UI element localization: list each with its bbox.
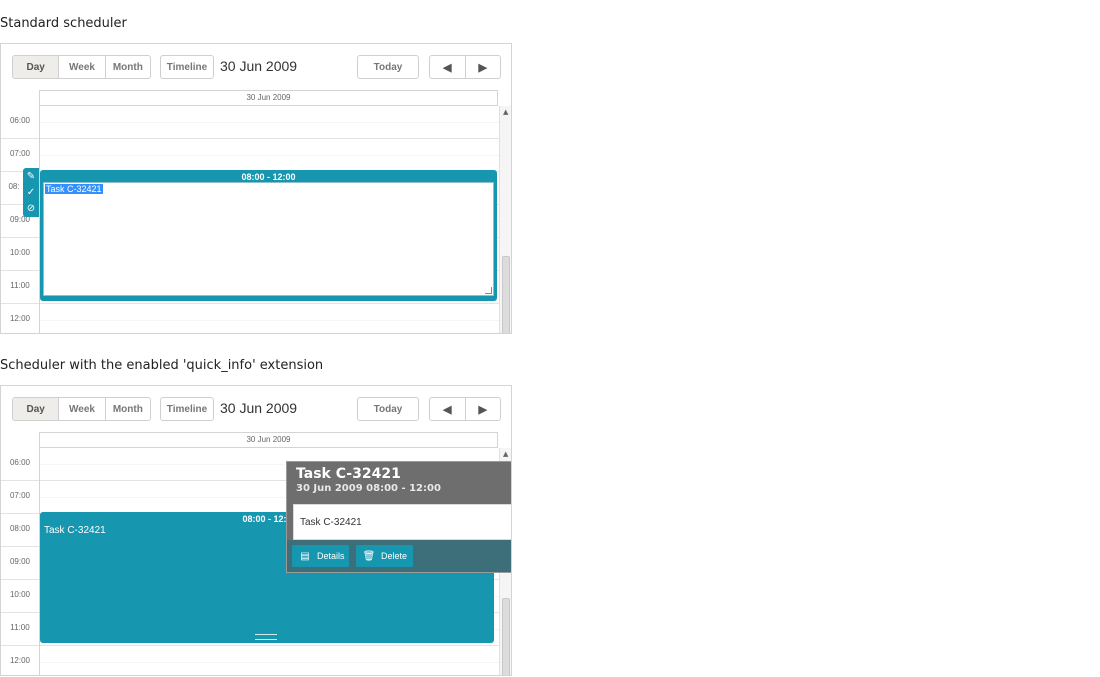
quick-info-title: Task C-32421 (296, 466, 401, 482)
hour-label: 09:00 (9, 557, 31, 566)
details-label: Details (317, 551, 345, 561)
event-text: Task C-32421 (44, 525, 106, 536)
event-editor-box[interactable]: 08:00 - 12:00 Task C-32421 (40, 170, 497, 301)
quick-info-content: Task C-32421 (293, 504, 511, 540)
tab-day[interactable]: Day (13, 56, 60, 78)
today-button[interactable]: Today (358, 56, 418, 78)
hour-row[interactable]: 07:00 (1, 139, 499, 172)
prev-icon[interactable]: ◀ (430, 398, 466, 420)
resize-grip-icon[interactable] (485, 287, 492, 294)
timeline-tab: Timeline (160, 55, 214, 79)
quick-info-popup: Task C-32421 30 Jun 2009 08:00 - 12:00 T… (286, 461, 511, 573)
today-button[interactable]: Today (358, 398, 418, 420)
day-column-header: 30 Jun 2009 (39, 432, 498, 448)
edit-icon[interactable]: ✎ (23, 168, 39, 184)
resize-handle-icon[interactable] (255, 634, 277, 640)
scheduler-toolbar: Day Week Month Timeline 30 Jun 2009 Toda… (1, 44, 511, 92)
trash-icon: 🗑 (362, 550, 376, 562)
scroll-up-icon[interactable]: ▲ (503, 450, 508, 458)
hour-row[interactable]: 12:00 (1, 304, 499, 333)
event-side-menu: ✎ ✓ ⊘ (23, 168, 39, 217)
current-date: 30 Jun 2009 (220, 400, 298, 416)
nav-buttons: ◀ ▶ (429, 397, 501, 421)
hour-row[interactable]: 12:00 (1, 646, 499, 675)
quick-info-scheduler-title: Scheduler with the enabled 'quick_info' … (0, 358, 324, 373)
hour-label: 07:00 (9, 149, 31, 158)
details-button[interactable]: ▤ Details (292, 545, 349, 567)
quick-info-buttons: ▤ Details 🗑 Delete (287, 540, 511, 572)
hour-label: 10:00 (9, 248, 31, 257)
quick-info-scheduler: Day Week Month Timeline 30 Jun 2009 Toda… (0, 385, 512, 676)
standard-scheduler-title: Standard scheduler (0, 16, 127, 31)
hour-row[interactable]: 06:00 (1, 106, 499, 139)
hour-label: 08:00 (9, 524, 31, 533)
tab-timeline[interactable]: Timeline (161, 398, 213, 420)
event-text-editor[interactable]: Task C-32421 (43, 182, 494, 296)
view-tabs: Day Week Month (12, 397, 151, 421)
hour-label: 06:00 (9, 458, 31, 467)
scroll-thumb[interactable] (502, 256, 510, 333)
tab-month[interactable]: Month (106, 398, 150, 420)
hour-label: 10:00 (9, 590, 31, 599)
tab-day[interactable]: Day (13, 398, 60, 420)
selected-event-text: Task C-32421 (45, 184, 103, 194)
quick-info-date: 30 Jun 2009 08:00 - 12:00 (296, 483, 441, 494)
hour-label: 11:00 (10, 623, 30, 632)
scheduler-toolbar: Day Week Month Timeline 30 Jun 2009 Toda… (1, 386, 511, 434)
hour-label: 07:00 (9, 491, 31, 500)
view-tabs: Day Week Month (12, 55, 151, 79)
tab-timeline[interactable]: Timeline (161, 56, 213, 78)
tab-month[interactable]: Month (106, 56, 150, 78)
next-icon[interactable]: ▶ (466, 56, 501, 78)
hour-label: 06:00 (9, 116, 31, 125)
tab-week[interactable]: Week (59, 398, 106, 420)
cancel-icon[interactable]: ⊘ (23, 200, 39, 216)
event-time: 08:00 - 12:00 (241, 172, 296, 182)
today-group: Today (357, 55, 419, 79)
tab-week[interactable]: Week (59, 56, 106, 78)
today-group: Today (357, 397, 419, 421)
delete-button[interactable]: 🗑 Delete (356, 545, 413, 567)
save-check-icon[interactable]: ✓ (23, 184, 39, 200)
vertical-scrollbar[interactable]: ▲ (499, 106, 511, 333)
standard-scheduler: Day Week Month Timeline 30 Jun 2009 Toda… (0, 43, 512, 334)
quick-info-text: Task C-32421 (300, 517, 362, 528)
hour-label: 12:00 (9, 314, 31, 323)
delete-label: Delete (381, 551, 408, 561)
day-column-header: 30 Jun 2009 (39, 90, 498, 106)
hour-label: 11:00 (10, 281, 30, 290)
next-icon[interactable]: ▶ (466, 398, 501, 420)
scroll-thumb[interactable] (502, 598, 510, 675)
timeline-tab: Timeline (160, 397, 214, 421)
nav-buttons: ◀ ▶ (429, 55, 501, 79)
current-date: 30 Jun 2009 (220, 58, 298, 74)
hour-label: 12:00 (9, 656, 31, 665)
prev-icon[interactable]: ◀ (430, 56, 466, 78)
scroll-up-icon[interactable]: ▲ (503, 108, 508, 116)
details-icon: ▤ (300, 550, 310, 562)
